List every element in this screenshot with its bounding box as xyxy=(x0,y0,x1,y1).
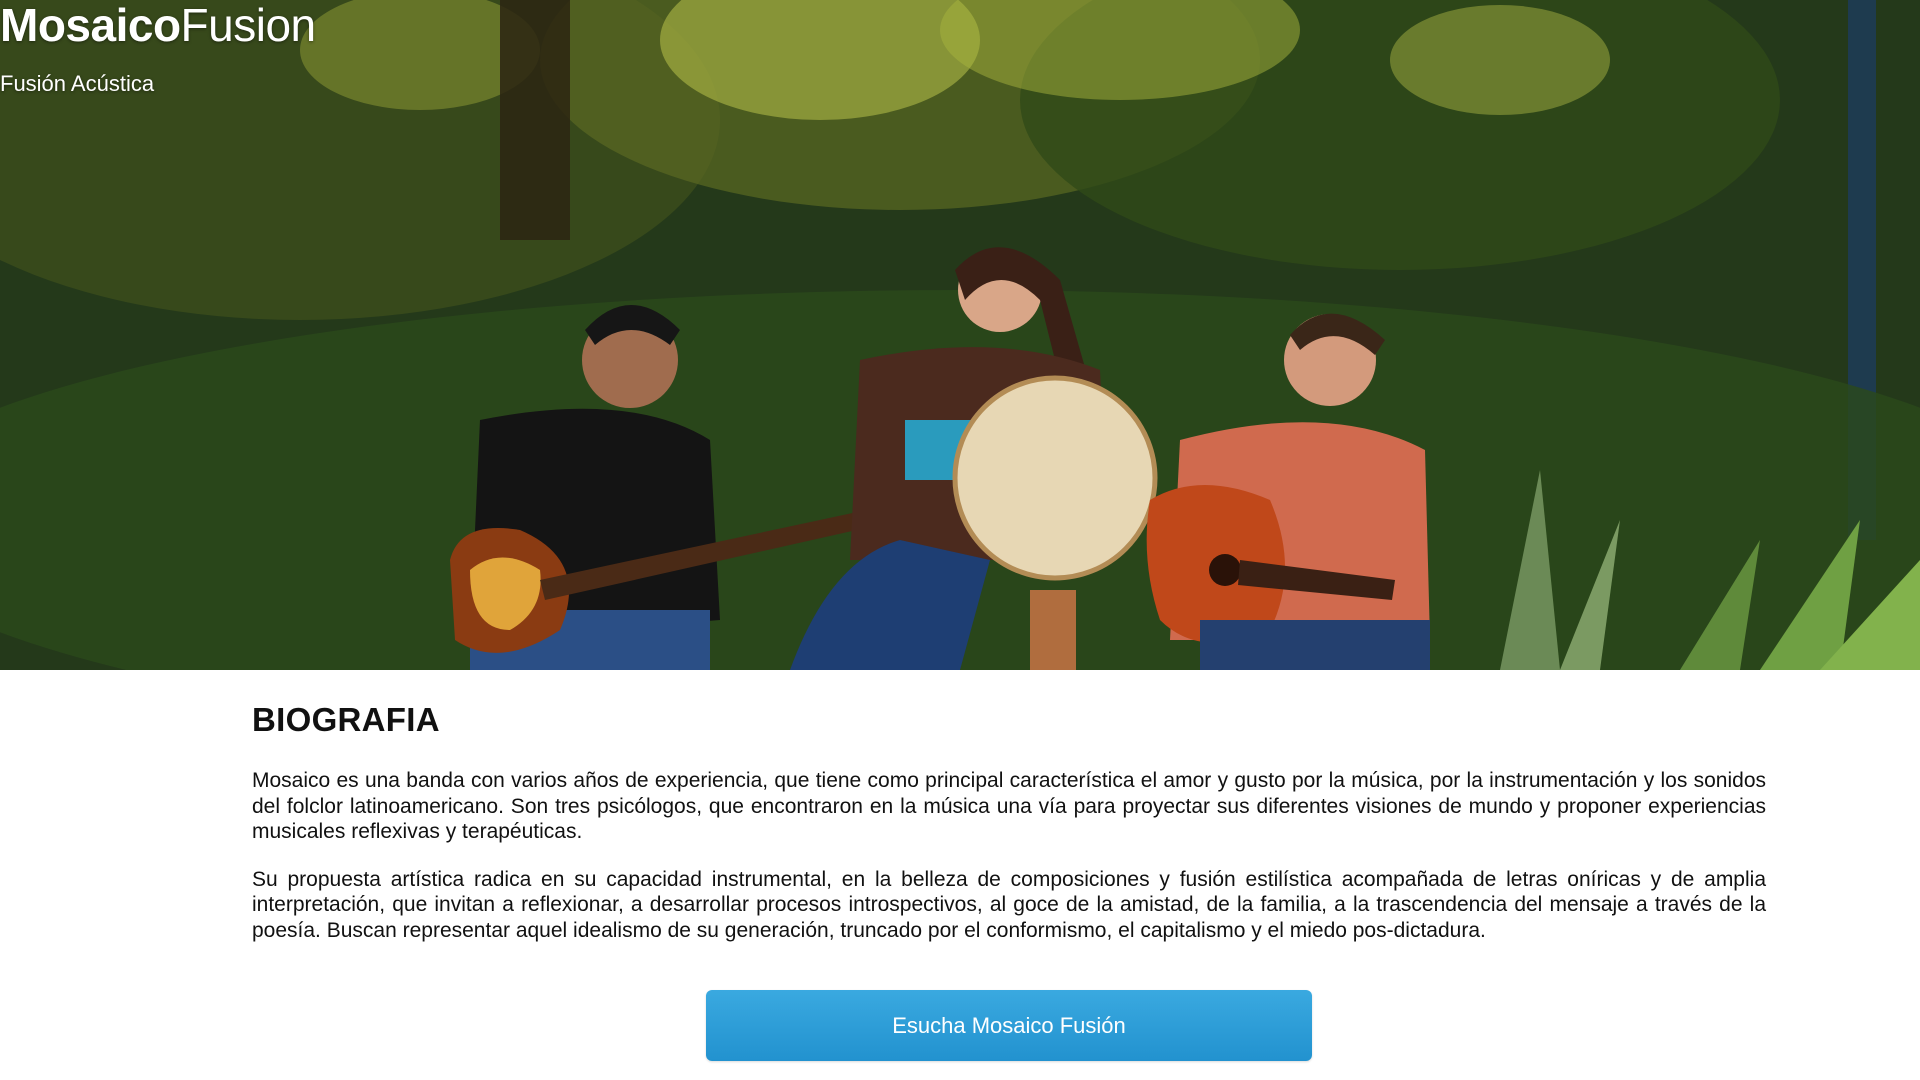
biography-paragraph-1: Mosaico es una banda con varios años de … xyxy=(252,769,1766,843)
hero-banner: MosaicoFusion Fusión Acústica xyxy=(0,0,1920,670)
brand-title-light: Fusion xyxy=(180,0,317,51)
brand-logo[interactable]: MosaicoFusion xyxy=(0,0,316,50)
band-photo-icon xyxy=(0,0,1920,670)
brand-tagline: Fusión Acústica xyxy=(0,71,155,96)
biography-heading: BIOGRAFIA xyxy=(252,701,440,738)
biography-paragraph-2: Su propuesta artística radica en su capa… xyxy=(252,867,1766,942)
brand-block: MosaicoFusion Fusión Acústica xyxy=(0,0,316,97)
biography-section: BIOGRAFIA Mosaico es una banda con vario… xyxy=(252,670,1766,943)
listen-button[interactable]: Esucha Mosaico Fusión xyxy=(706,990,1312,1061)
brand-title-bold: Mosaico xyxy=(0,0,181,51)
